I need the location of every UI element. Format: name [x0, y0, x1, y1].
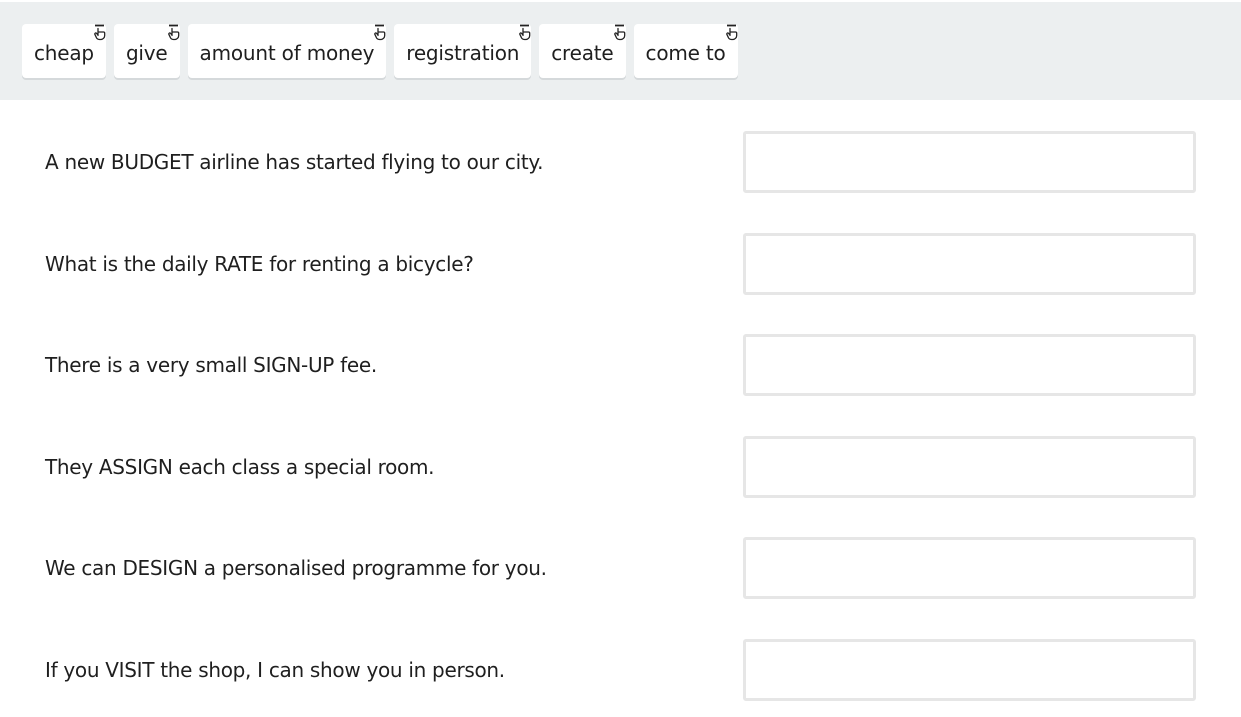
word-chip-label: give	[125, 41, 168, 65]
word-chip-create[interactable]: create	[539, 24, 628, 78]
question-row: What is the daily RATE for renting a bic…	[0, 233, 1241, 297]
drag-hand-icon	[517, 24, 533, 44]
word-chip-label: registration	[406, 41, 520, 65]
word-chip-label: amount of money	[199, 41, 375, 65]
question-row: We can DESIGN a personalised programme f…	[0, 537, 1241, 601]
question-sentence: A new BUDGET airline has started flying …	[45, 150, 544, 174]
word-chip-amount-of-money[interactable]: amount of money	[187, 24, 388, 78]
question-row: They ASSIGN each class a special room.	[0, 436, 1241, 500]
question-sentence: We can DESIGN a personalised programme f…	[45, 556, 547, 580]
question-sentence: They ASSIGN each class a special room.	[45, 455, 435, 479]
answer-dropzone[interactable]	[743, 436, 1196, 498]
answer-dropzone[interactable]	[743, 334, 1196, 396]
drag-hand-icon	[372, 24, 388, 44]
word-chip-cheap[interactable]: cheap	[22, 24, 106, 78]
word-chip-list: cheap give amount of money registration …	[22, 24, 738, 82]
drag-hand-icon	[612, 24, 628, 44]
word-bank: cheap give amount of money registration …	[0, 2, 1241, 100]
drag-hand-icon	[92, 24, 108, 44]
question-sentence: There is a very small SIGN-UP fee.	[45, 353, 377, 377]
question-sentence: If you VISIT the shop, I can show you in…	[45, 658, 505, 682]
word-chip-give[interactable]: give	[113, 24, 182, 78]
answer-dropzone[interactable]	[743, 639, 1196, 701]
answer-dropzone[interactable]	[743, 233, 1196, 295]
word-chip-label: come to	[645, 41, 726, 65]
word-chip-come-to[interactable]: come to	[633, 24, 740, 78]
answer-dropzone[interactable]	[743, 131, 1196, 193]
drag-hand-icon	[724, 24, 740, 44]
word-chip-label: cheap	[34, 41, 94, 65]
question-row: A new BUDGET airline has started flying …	[0, 131, 1241, 195]
answer-dropzone[interactable]	[743, 537, 1196, 599]
word-chip-label: create	[551, 41, 614, 65]
question-sentence: What is the daily RATE for renting a bic…	[45, 252, 474, 276]
question-row: There is a very small SIGN-UP fee.	[0, 334, 1241, 398]
question-row: If you VISIT the shop, I can show you in…	[0, 639, 1241, 703]
word-chip-registration[interactable]: registration	[394, 24, 533, 78]
drag-hand-icon	[166, 24, 182, 44]
